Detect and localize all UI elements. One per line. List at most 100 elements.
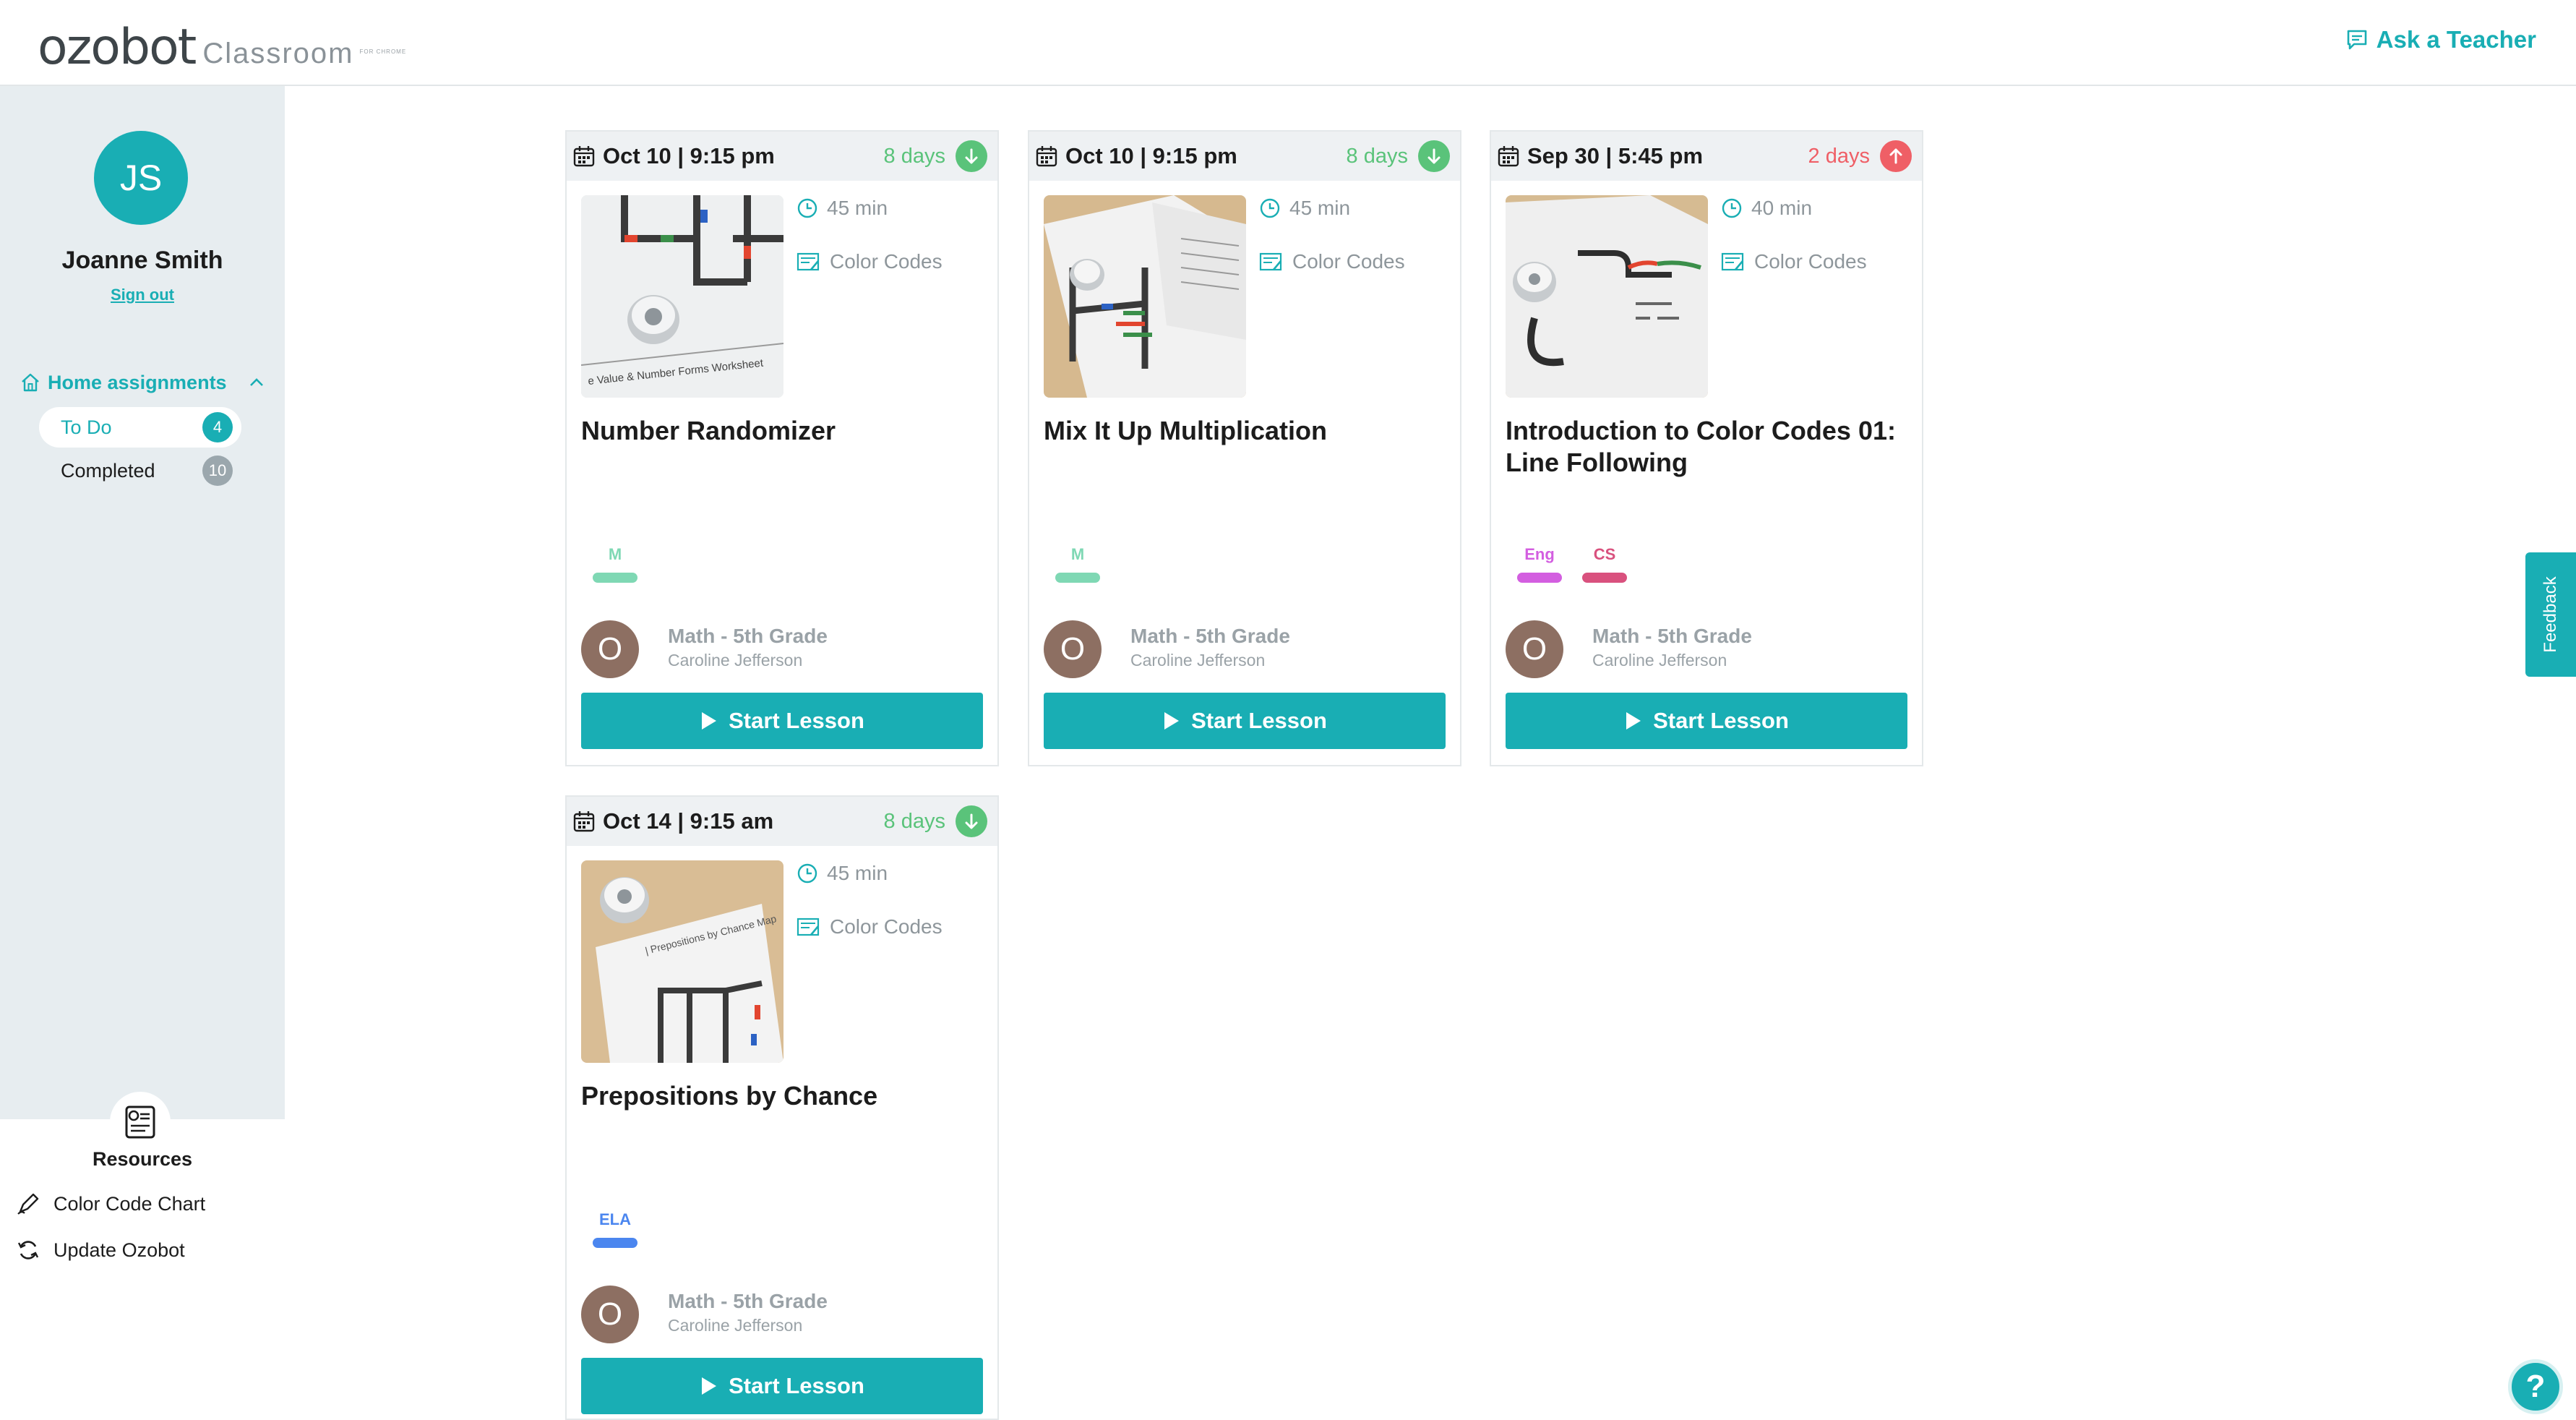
play-icon xyxy=(1164,712,1180,730)
lesson-title: Prepositions by Chance xyxy=(581,1081,878,1111)
lesson-thumbnail: | Prepositions by Chance Map xyxy=(581,860,783,1063)
teacher-avatar: O xyxy=(1044,620,1102,678)
count-badge: 10 xyxy=(202,455,233,486)
duration: 40 min xyxy=(1721,197,1812,220)
card-header: Oct 10 | 9:15 pm 8 days xyxy=(567,132,997,181)
card-header: Oct 10 | 9:15 pm 8 days xyxy=(1029,132,1460,181)
teacher-name: Caroline Jefferson xyxy=(668,651,803,670)
card-header: Oct 14 | 9:15 am 8 days xyxy=(567,797,997,846)
lesson-type: Color Codes xyxy=(1259,250,1405,273)
home-assignments-label: Home assignments xyxy=(48,371,227,393)
status-arrow-icon xyxy=(956,140,987,172)
avatar: JS xyxy=(94,131,188,225)
class-name: Math - 5th Grade xyxy=(1130,625,1290,647)
play-icon xyxy=(1626,712,1641,730)
calendar-icon xyxy=(1036,146,1057,167)
color-code-chart-label: Color Code Chart xyxy=(53,1192,206,1215)
play-icon xyxy=(702,1377,717,1395)
update-ozobot-link[interactable]: Update Ozobot xyxy=(16,1238,185,1262)
ozobot-classroom-logo[interactable]: ozobot Classroom FOR CHROME xyxy=(38,19,406,76)
subject-tag: Eng xyxy=(1517,545,1562,583)
teacher-name: Caroline Jefferson xyxy=(1130,651,1266,670)
color-codes-icon xyxy=(797,918,820,936)
start-lesson-label: Start Lesson xyxy=(729,1373,864,1398)
days-remaining: 8 days xyxy=(1346,144,1408,168)
subject-tag-label: M xyxy=(1070,545,1085,563)
card-header: Sep 30 | 5:45 pm 2 days xyxy=(1491,132,1922,181)
teacher-avatar: O xyxy=(581,620,639,678)
lesson-type-text: Color Codes xyxy=(830,250,943,273)
lesson-thumbnail xyxy=(1506,195,1708,398)
due-date: Oct 10 | 9:15 pm xyxy=(1065,143,1237,168)
start-lesson-button[interactable]: Start Lesson xyxy=(581,693,983,749)
lesson-title: Introduction to Color Codes 01: Line Fol… xyxy=(1506,416,1896,477)
start-lesson-label: Start Lesson xyxy=(1191,708,1327,733)
assignment-card: Oct 10 | 9:15 pm 8 days e Value & Number… xyxy=(565,130,999,766)
subject-tags: M xyxy=(593,545,658,583)
status-arrow-icon xyxy=(1880,140,1912,172)
subject-tag-bar xyxy=(1582,573,1627,583)
assignment-card: Oct 14 | 9:15 am 8 days | Prepositions b… xyxy=(565,795,999,1420)
lesson-type: Color Codes xyxy=(797,915,943,938)
subject-tags: M xyxy=(1055,545,1120,583)
house-icon xyxy=(22,373,39,392)
subject-tag-bar xyxy=(593,1238,637,1248)
duration-text: 45 min xyxy=(827,197,888,219)
sidebar-item-label: Completed xyxy=(61,459,155,482)
subject-tags: Eng CS xyxy=(1517,545,1647,583)
ask-a-teacher-link[interactable]: Ask a Teacher xyxy=(2346,26,2536,54)
subject-tag-label: Eng xyxy=(1524,545,1555,563)
home-assignments-toggle[interactable]: Home assignments xyxy=(20,368,266,397)
color-codes-icon xyxy=(1259,252,1282,271)
start-lesson-button[interactable]: Start Lesson xyxy=(581,1358,983,1414)
subject-tag: ELA xyxy=(593,1210,637,1248)
logo-word: ozobot xyxy=(38,19,197,76)
class-name: Math - 5th Grade xyxy=(1592,625,1752,647)
sidebar-item-completed[interactable]: Completed 10 xyxy=(39,450,241,491)
top-bar: ozobot Classroom FOR CHROME Ask a Teache… xyxy=(0,0,2576,86)
sign-out-link[interactable]: Sign out xyxy=(0,286,285,304)
subject-tag-label: CS xyxy=(1593,545,1616,563)
clock-icon xyxy=(797,198,817,218)
days-remaining: 8 days xyxy=(883,144,945,168)
due-date: Oct 14 | 9:15 am xyxy=(603,808,774,834)
subject-tag-bar xyxy=(1517,573,1562,583)
color-codes-icon xyxy=(797,252,820,271)
logo-subtitle: Classroom xyxy=(202,38,354,69)
lesson-type-text: Color Codes xyxy=(1754,250,1867,273)
subject-tag-label: ELA xyxy=(599,1210,631,1228)
start-lesson-label: Start Lesson xyxy=(1653,708,1789,733)
clock-icon xyxy=(797,863,817,884)
resources-icon xyxy=(110,1092,171,1152)
calendar-icon xyxy=(1498,146,1519,167)
chevron-up-icon xyxy=(250,378,263,386)
chat-icon xyxy=(2347,30,2366,50)
status-arrow-icon xyxy=(1418,140,1450,172)
subject-tag: CS xyxy=(1582,545,1627,583)
start-lesson-button[interactable]: Start Lesson xyxy=(1044,693,1446,749)
feedback-tab[interactable]: Feedback xyxy=(2525,552,2576,677)
color-code-chart-link[interactable]: Color Code Chart xyxy=(16,1192,205,1216)
ask-a-teacher-label: Ask a Teacher xyxy=(2376,26,2536,53)
help-button[interactable]: ? xyxy=(2508,1359,2563,1414)
class-name: Math - 5th Grade xyxy=(668,625,828,647)
subject-tag-bar xyxy=(593,573,637,583)
feedback-label: Feedback xyxy=(2541,576,2560,653)
user-name: Joanne Smith xyxy=(61,247,223,274)
status-arrow-icon xyxy=(956,805,987,837)
lesson-type-text: Color Codes xyxy=(830,915,943,938)
start-lesson-label: Start Lesson xyxy=(729,708,864,733)
lesson-type: Color Codes xyxy=(797,250,943,273)
class-name: Math - 5th Grade xyxy=(668,1290,828,1312)
play-icon xyxy=(702,712,717,730)
resources-panel: Resources Color Code Chart Update Ozobot xyxy=(0,1092,285,1420)
lesson-thumbnail: e Value & Number Forms Worksheet xyxy=(581,195,783,398)
calendar-icon xyxy=(573,811,595,832)
sidebar-item-to-do[interactable]: To Do 4 xyxy=(39,407,241,448)
start-lesson-button[interactable]: Start Lesson xyxy=(1506,693,1907,749)
duration-text: 45 min xyxy=(827,862,888,884)
duration-text: 45 min xyxy=(1289,197,1351,219)
subject-tag: M xyxy=(1055,545,1100,583)
assignment-card: Sep 30 | 5:45 pm 2 days 40 min Color Cod… xyxy=(1490,130,1923,766)
count-badge: 4 xyxy=(202,412,233,442)
